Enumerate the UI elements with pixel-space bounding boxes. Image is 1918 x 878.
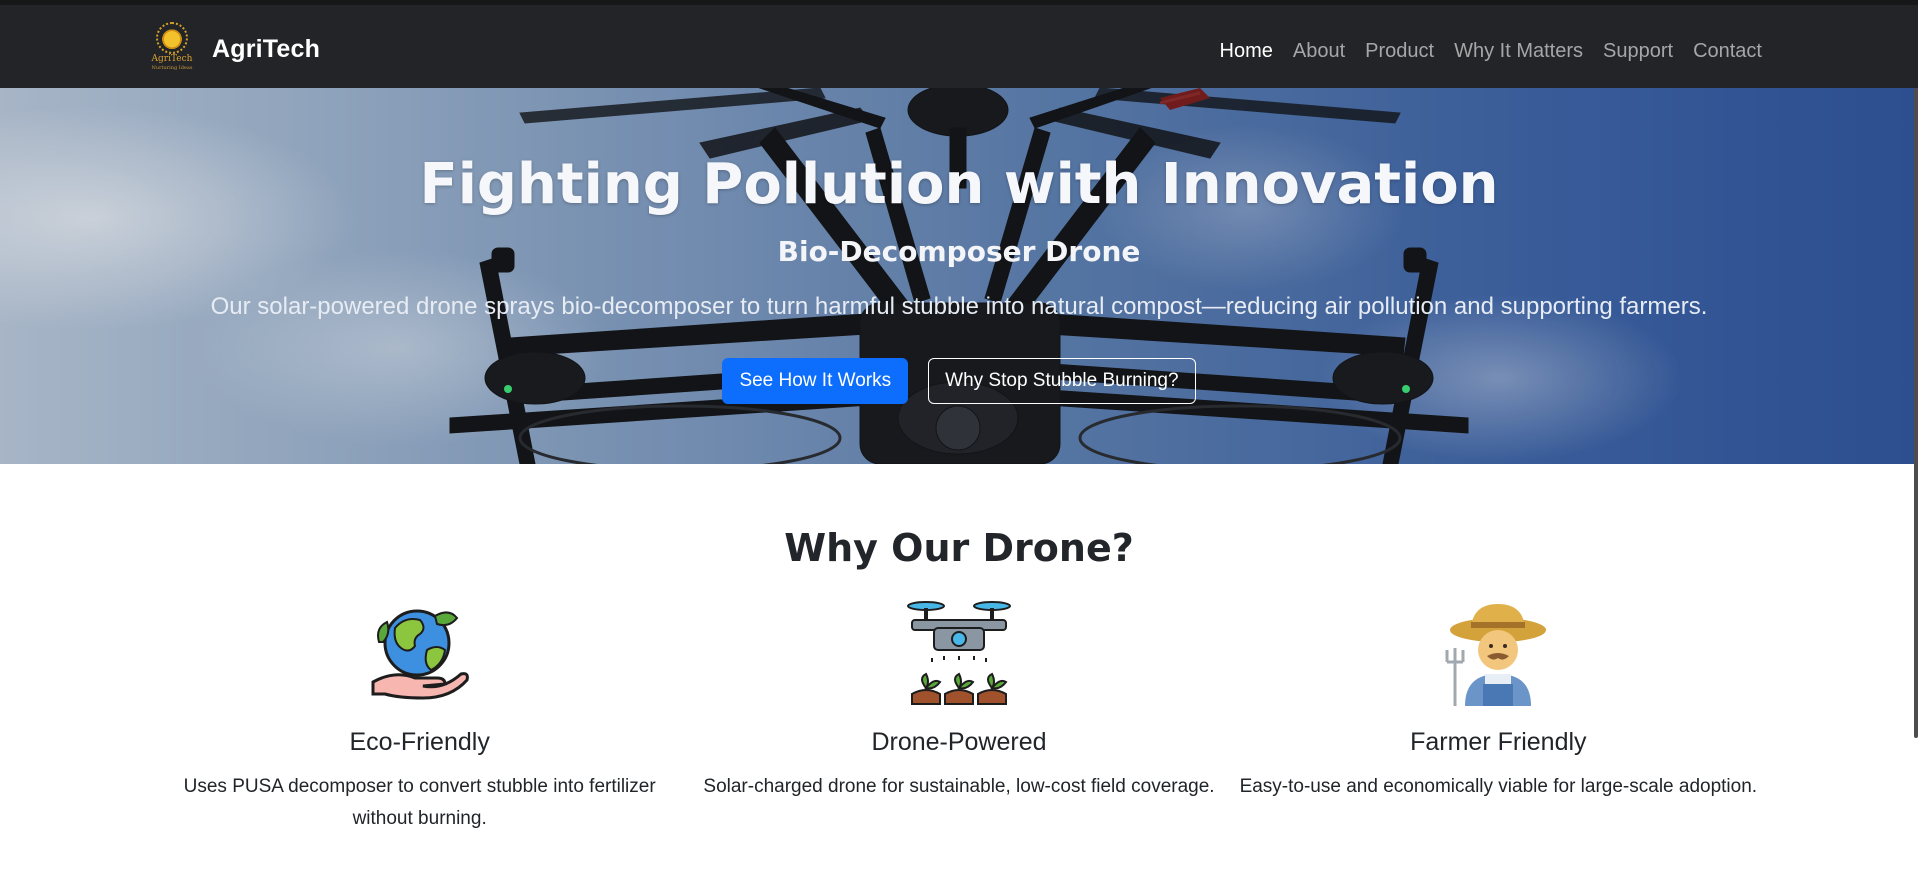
logo-tagline: Nurturing Ideas xyxy=(151,65,193,71)
nav-link-home[interactable]: Home xyxy=(1220,40,1273,63)
nav-link-about[interactable]: About xyxy=(1293,40,1345,63)
page: AgriTech Nurturing Ideas AgriTech Home A… xyxy=(0,0,1918,878)
hero-subtitle: Bio-Decomposer Drone xyxy=(777,235,1141,268)
hero-description: Our solar-powered drone sprays bio-decom… xyxy=(210,293,1708,320)
hero-title: Fighting Pollution with Innovation xyxy=(419,152,1499,217)
feature-text: Easy-to-use and economically viable for … xyxy=(1239,776,1758,797)
nav-menu: Home About Product Why It Matters Suppor… xyxy=(1220,40,1762,63)
nav-link-support[interactable]: Support xyxy=(1603,40,1673,63)
features-title: Why Our Drone? xyxy=(784,526,1134,570)
feature-card-farmer-friendly: Farmer Friendly Easy-to-use and economic… xyxy=(1229,598,1768,835)
features-row: Eco-Friendly Uses PUSA decomposer to con… xyxy=(150,598,1768,835)
feature-card-drone-powered: Drone-Powered Solar-charged drone for su… xyxy=(689,598,1228,835)
nav-link-contact[interactable]: Contact xyxy=(1693,40,1762,63)
brand-logo-icon: AgriTech Nurturing Ideas xyxy=(150,22,194,75)
nav-link-why-it-matters[interactable]: Why It Matters xyxy=(1454,40,1583,63)
brand-name[interactable]: AgriTech xyxy=(212,35,320,64)
page-scrollbar[interactable] xyxy=(1914,88,1918,738)
feature-title: Drone-Powered xyxy=(871,728,1047,756)
drone-background-image xyxy=(0,88,1918,464)
brand[interactable]: AgriTech Nurturing Ideas AgriTech xyxy=(150,22,320,75)
feature-title: Farmer Friendly xyxy=(1410,728,1587,756)
nav-link-product[interactable]: Product xyxy=(1365,40,1434,63)
hero-buttons: See How It Works Why Stop Stubble Burnin… xyxy=(0,358,1918,404)
logo-name: AgriTech xyxy=(151,54,193,64)
see-how-it-works-button[interactable]: See How It Works xyxy=(722,358,909,404)
feature-text: Solar-charged drone for sustainable, low… xyxy=(703,776,1215,797)
earth-in-hand-icon xyxy=(371,609,469,700)
hero-section: Fighting Pollution with Innovation Bio-D… xyxy=(0,88,1918,464)
drone-spraying-icon xyxy=(906,601,1011,705)
navbar: AgriTech Nurturing Ideas AgriTech Home A… xyxy=(0,0,1918,88)
farmer-icon xyxy=(1445,604,1547,706)
feature-title: Eco-Friendly xyxy=(349,728,490,756)
feature-card-eco-friendly: Eco-Friendly Uses PUSA decomposer to con… xyxy=(150,598,689,835)
feature-text: Uses PUSA decomposer to convert stubble … xyxy=(183,776,656,829)
why-stop-stubble-burning-button[interactable]: Why Stop Stubble Burning? xyxy=(928,358,1196,404)
